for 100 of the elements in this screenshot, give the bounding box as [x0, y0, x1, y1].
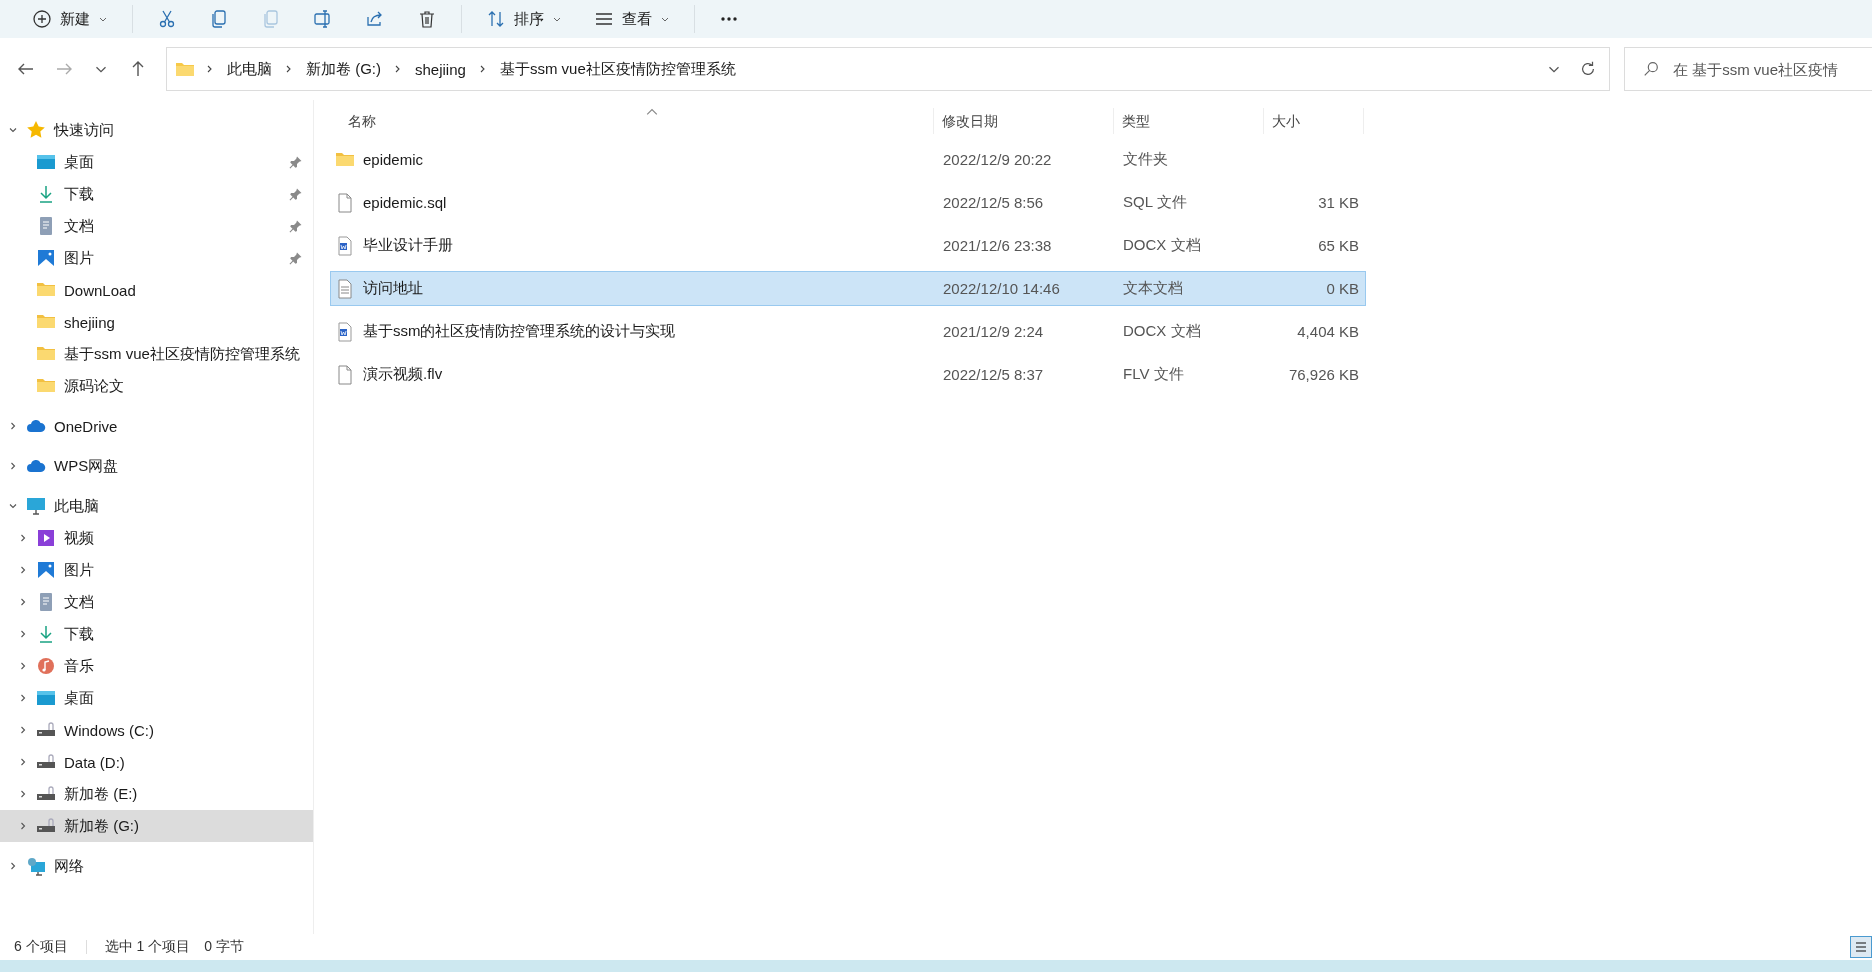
item-count: 6 个项目 — [14, 938, 68, 956]
monitor-icon — [26, 496, 46, 516]
chevron-right-icon[interactable] — [18, 533, 28, 543]
picture-icon — [36, 248, 56, 268]
file-type: DOCX 文档 — [1122, 322, 1202, 341]
nav-item[interactable]: 源码论文 — [0, 370, 313, 402]
view-button[interactable]: 查看 — [580, 4, 684, 34]
file-name: 毕业设计手册 — [363, 236, 453, 255]
nav-label: 文档 — [64, 592, 94, 612]
file-row[interactable]: epidemic 2022/12/9 20:22 文件夹 — [330, 142, 1366, 177]
list-view-icon — [1854, 940, 1868, 954]
nav-item[interactable]: 新加卷 (E:) — [0, 778, 313, 810]
nav-item[interactable]: WPS网盘 — [0, 450, 313, 482]
nav-item[interactable]: DownLoad — [0, 274, 313, 306]
file-type: 文本文档 — [1122, 279, 1184, 298]
modified-date: 2022/12/9 20:22 — [942, 151, 1053, 168]
file-row[interactable]: epidemic.sql 2022/12/5 8:56 SQL 文件 31 KB — [330, 185, 1366, 220]
nav-label: 桌面 — [64, 688, 94, 708]
chevron-down-icon[interactable] — [8, 501, 18, 511]
nav-label: 视频 — [64, 528, 94, 548]
chevron-right-icon[interactable] — [18, 725, 28, 735]
file-type: SQL 文件 — [1122, 193, 1188, 212]
nav-label: 源码论文 — [64, 376, 124, 396]
modified-date: 2022/12/5 8:56 — [942, 194, 1045, 211]
file-row[interactable]: 演示视频.flv 2022/12/5 8:37 FLV 文件 76,926 KB — [330, 357, 1366, 392]
chevron-right-icon[interactable] — [18, 661, 28, 671]
file-row[interactable]: 访问地址 2022/12/10 14:46 文本文档 0 KB — [330, 271, 1366, 306]
nav-label: 网络 — [54, 856, 84, 876]
nav-label: 文档 — [64, 216, 94, 236]
nav-item[interactable]: 音乐 — [0, 650, 313, 682]
chevron-right-icon[interactable] — [18, 629, 28, 639]
new-button[interactable]: 新建 — [18, 4, 122, 34]
nav-label: 基于ssm vue社区疫情防控管理系统 — [64, 344, 300, 364]
address-bar[interactable]: 此电脑 新加卷 (G:) shejiing 基于ssm vue社区疫情防控管理系统 — [166, 47, 1610, 91]
column-header[interactable]: 名称 — [330, 108, 934, 134]
trash-icon — [417, 9, 437, 29]
nav-item[interactable]: 视频 — [0, 522, 313, 554]
scissors-icon — [157, 9, 177, 29]
chevron-right-icon[interactable] — [18, 597, 28, 607]
nav-item[interactable]: 快速访问 — [0, 114, 313, 146]
breadcrumb-item[interactable]: 基于ssm vue社区疫情防控管理系统 — [497, 59, 738, 79]
sort-ascending-icon — [646, 108, 658, 116]
chevron-right-icon[interactable] — [8, 861, 18, 871]
copy-icon — [209, 9, 229, 29]
copy-icon — [261, 9, 281, 29]
file-size: 76,926 KB — [1288, 366, 1359, 383]
details-view-button[interactable] — [1850, 936, 1872, 958]
nav-item[interactable]: 新加卷 (G:) — [0, 810, 313, 842]
file-size: 31 KB — [1318, 194, 1359, 211]
nav-item[interactable]: 图片 — [0, 242, 313, 274]
chevron-right-icon[interactable] — [18, 789, 28, 799]
nav-item[interactable]: 下载 — [0, 618, 313, 650]
selection-size: 0 字节 — [204, 938, 244, 956]
breadcrumb-item[interactable]: 新加卷 (G:) — [304, 59, 383, 79]
nav-item[interactable]: 图片 — [0, 554, 313, 586]
chevron-right-icon[interactable] — [18, 821, 28, 831]
search-field[interactable]: 在 基于ssm vue社区疫情 — [1624, 47, 1872, 91]
chevron-down-icon[interactable] — [8, 125, 18, 135]
nav-item[interactable]: OneDrive — [0, 410, 313, 442]
nav-item[interactable]: 此电脑 — [0, 490, 313, 522]
nav-label: WPS网盘 — [54, 456, 119, 476]
modified-date: 2021/12/9 2:24 — [942, 323, 1045, 340]
chevron-right-icon[interactable] — [18, 757, 28, 767]
nav-label: 新加卷 (G:) — [64, 816, 139, 836]
nav-label: 下载 — [64, 184, 94, 204]
picture-icon — [36, 560, 56, 580]
nav-item[interactable]: shejiing — [0, 306, 313, 338]
file-type: 文件夹 — [1122, 150, 1169, 169]
file-row[interactable]: 毕业设计手册 2021/12/6 23:38 DOCX 文档 65 KB — [330, 228, 1366, 263]
nav-item[interactable]: 下载 — [0, 178, 313, 210]
nav-item[interactable]: 桌面 — [0, 682, 313, 714]
chevron-right-icon[interactable] — [18, 693, 28, 703]
nav-item[interactable]: 文档 — [0, 210, 313, 242]
file-size: 0 KB — [1326, 280, 1359, 297]
star-icon — [26, 120, 46, 140]
desktop-icon — [36, 688, 56, 708]
desktop-icon — [36, 152, 56, 172]
word-document-icon — [335, 321, 355, 342]
column-header[interactable]: 类型 — [1114, 108, 1264, 134]
nav-item[interactable]: 网络 — [0, 850, 313, 882]
music-icon — [36, 656, 56, 676]
nav-label: 图片 — [64, 560, 94, 580]
nav-label: 新加卷 (E:) — [64, 784, 138, 804]
modified-date: 2022/12/10 14:46 — [942, 280, 1061, 297]
nav-item[interactable]: 基于ssm vue社区疫情防控管理系统 — [0, 338, 313, 370]
nav-item[interactable]: 文档 — [0, 586, 313, 618]
nav-item[interactable]: Data (D:) — [0, 746, 313, 778]
breadcrumb-item[interactable]: 此电脑 — [225, 59, 274, 79]
chevron-right-icon[interactable] — [18, 565, 28, 575]
nav-item[interactable]: Windows (C:) — [0, 714, 313, 746]
nav-item[interactable]: 桌面 — [0, 146, 313, 178]
nav-label: shejiing — [64, 313, 115, 331]
sort-button[interactable]: 排序 — [472, 4, 576, 34]
breadcrumb-item[interactable]: shejiing — [413, 60, 468, 78]
chevron-right-icon[interactable] — [8, 421, 18, 431]
column-header[interactable]: 大小 — [1264, 108, 1364, 134]
file-type: DOCX 文档 — [1122, 236, 1202, 255]
chevron-right-icon[interactable] — [8, 461, 18, 471]
file-row[interactable]: 基于ssm的社区疫情防控管理系统的设计与实现 2021/12/9 2:24 DOCX 文档 4,404 KB — [330, 314, 1366, 349]
column-header[interactable]: 修改日期 — [934, 108, 1114, 134]
